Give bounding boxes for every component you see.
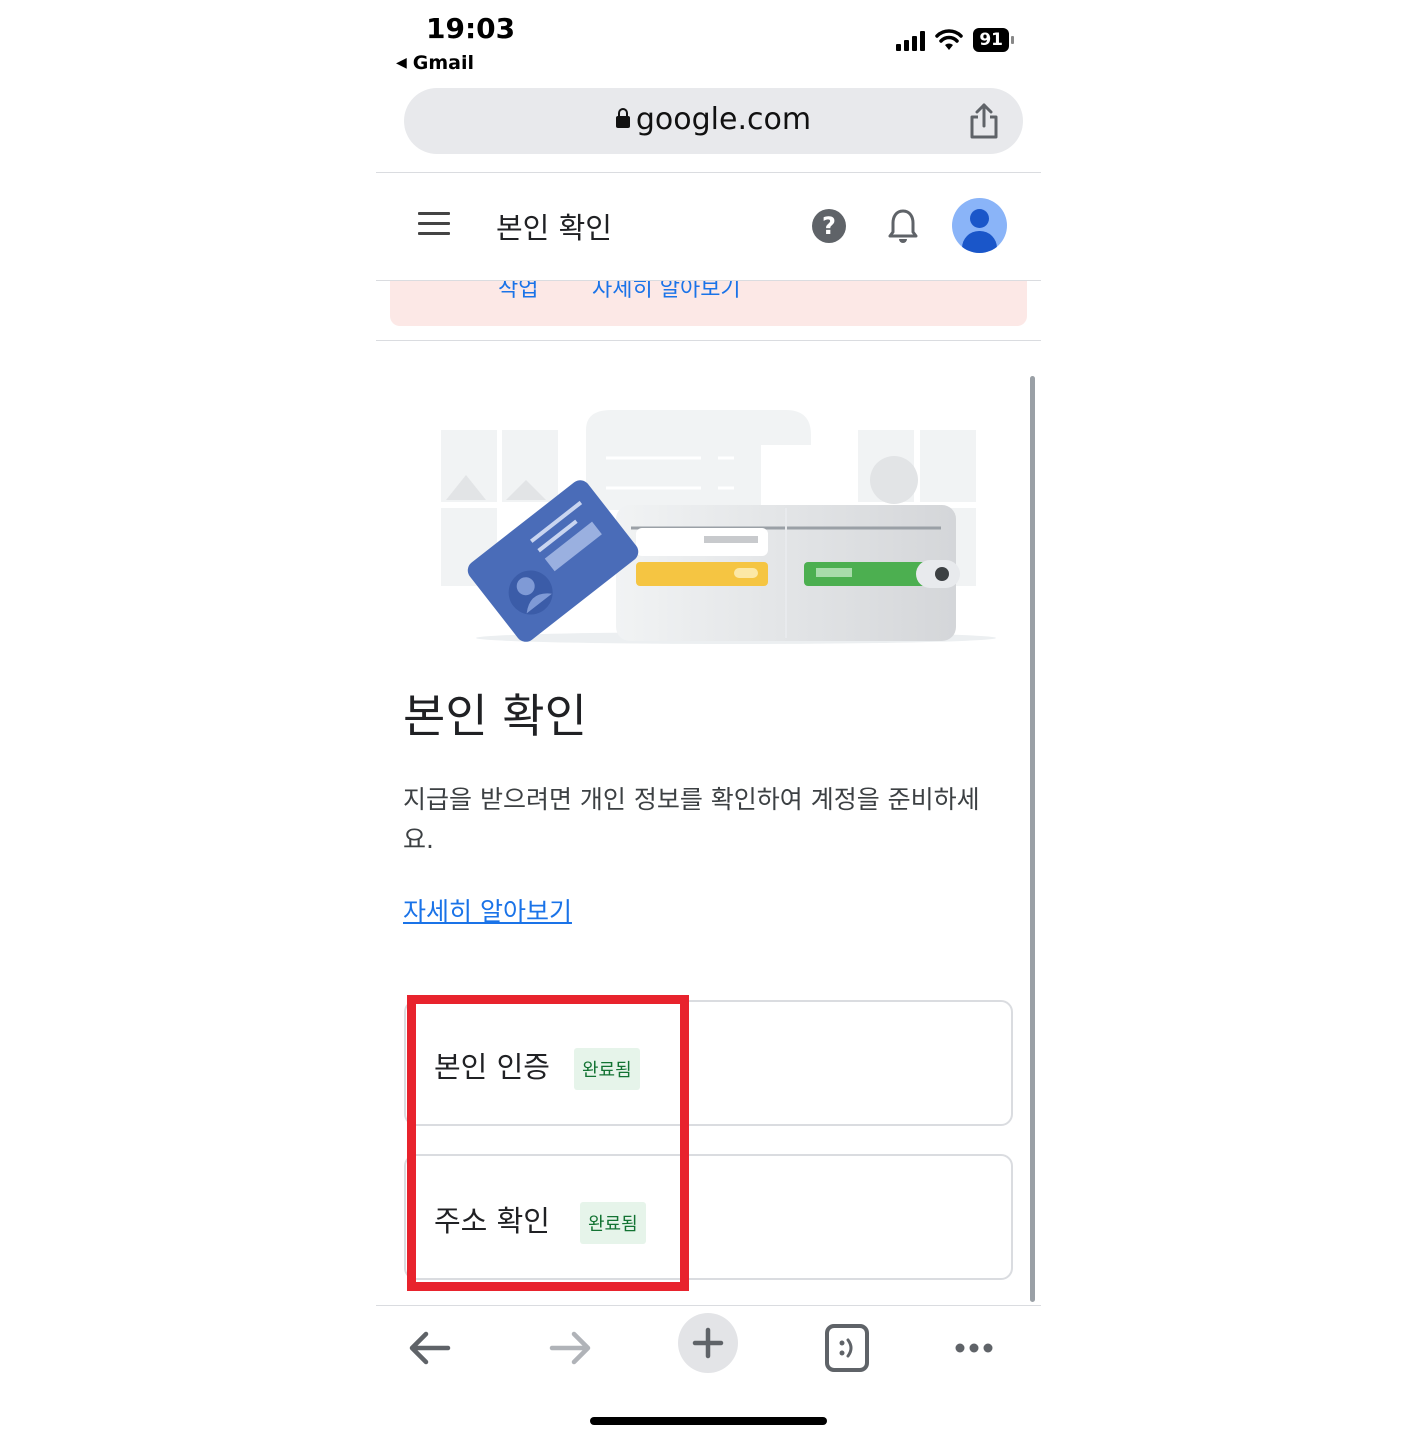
learn-more-link[interactable]: 자세히 알아보기 [403,892,572,928]
toolbar-divider [376,1305,1041,1306]
page-title: 본인 확인 [403,689,587,743]
url-text: google.com [635,102,812,137]
home-indicator [590,1417,827,1425]
notice-banner: 작업 자세히 알아보기 [390,281,1027,326]
back-triangle-icon: ◀ [396,55,407,71]
back-to-app[interactable]: ◀ Gmail [396,52,474,74]
scrollbar[interactable] [1030,376,1035,1302]
phone-screen: 19:03 ◀ Gmail 91 google.com 본인 확인 ? 작업 자… [376,0,1041,1440]
menu-icon[interactable] [418,212,450,236]
forward-arrow-icon[interactable] [540,1318,600,1378]
signal-icon [896,29,926,51]
highlight-box [407,995,689,1291]
lock-icon [615,108,630,128]
tab-switcher-icon[interactable] [817,1318,877,1378]
address-bar[interactable]: google.com [404,88,1023,154]
bell-icon[interactable] [888,208,918,244]
page-description: 지급을 받으려면 개인 정보를 확인하여 계정을 준비하세요. [403,785,980,854]
more-options-icon[interactable] [944,1318,1004,1378]
share-icon[interactable] [967,102,1001,140]
back-arrow-icon[interactable] [400,1318,460,1378]
help-icon[interactable]: ? [812,209,846,243]
divider [376,172,1041,173]
status-indicators: 91 [896,28,1014,52]
wallet-illustration [441,410,996,644]
plus-icon [692,1327,724,1359]
banner-text: 작업 [498,281,539,302]
back-app-label: Gmail [412,52,475,74]
wifi-icon [935,29,964,50]
divider [376,340,1041,341]
new-tab-button[interactable] [678,1313,738,1373]
battery-indicator: 91 [973,28,1014,52]
avatar[interactable] [952,198,1007,253]
banner-learn-more-link[interactable]: 자세히 알아보기 [592,281,741,303]
status-time: 19:03 [426,12,516,45]
url-display: google.com [404,102,1023,137]
header-title: 본인 확인 [496,211,612,245]
